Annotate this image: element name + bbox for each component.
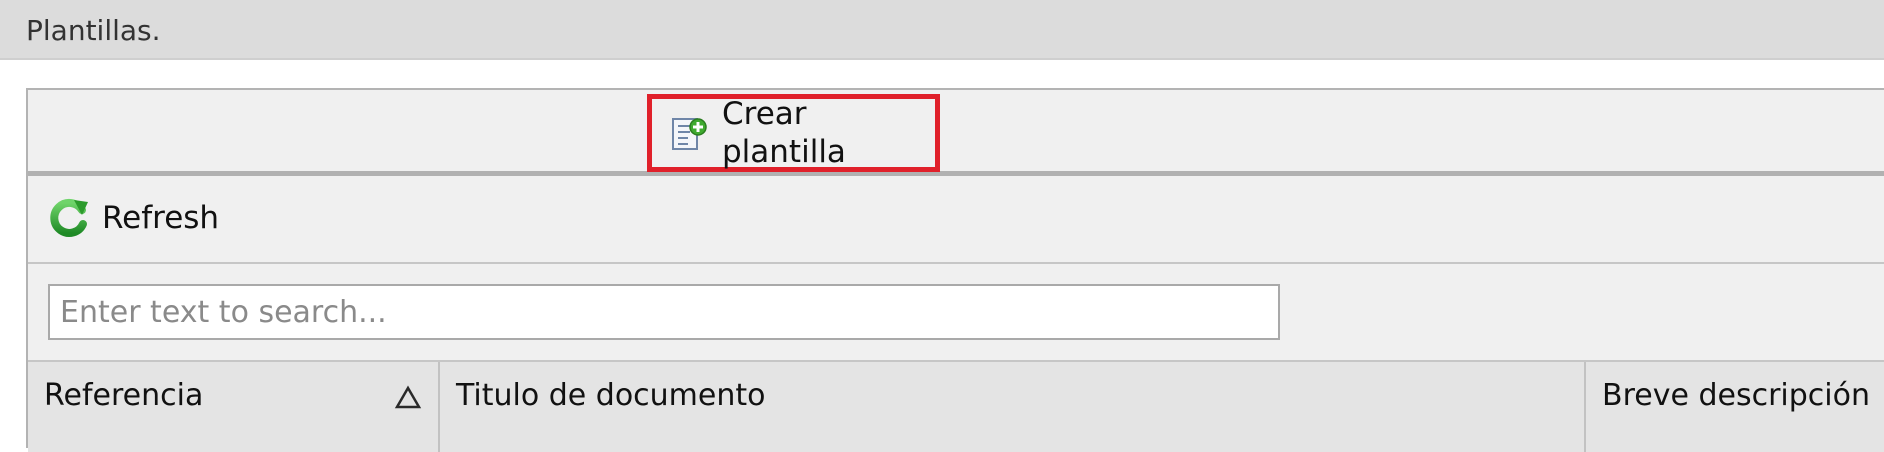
refresh-label: Refresh	[102, 200, 220, 236]
page-header: Plantillas.	[0, 0, 1884, 60]
sort-ascending-icon	[394, 384, 422, 410]
refresh-icon	[46, 196, 90, 240]
column-header-label: Breve descripción	[1602, 378, 1870, 413]
column-header-label: Titulo de documento	[456, 378, 766, 413]
page-title: Plantillas.	[26, 14, 161, 47]
create-template-button[interactable]: Crear plantilla	[647, 94, 940, 172]
grid-header: Referencia Titulo de documento Breve des…	[28, 362, 1884, 452]
column-header-referencia[interactable]: Referencia	[28, 362, 440, 452]
column-header-label: Referencia	[44, 378, 204, 413]
column-header-descripcion[interactable]: Breve descripción	[1586, 362, 1884, 452]
templates-panel: Crear plantilla Refresh Enter text to se…	[26, 88, 1884, 452]
column-header-titulo[interactable]: Titulo de documento	[440, 362, 1586, 452]
refresh-toolbar: Refresh	[28, 176, 1884, 264]
add-document-icon	[670, 114, 708, 152]
create-template-label: Crear plantilla	[722, 96, 846, 170]
refresh-button[interactable]: Refresh	[46, 196, 219, 240]
top-toolbar: Crear plantilla	[28, 90, 1884, 176]
search-input[interactable]	[48, 284, 1280, 340]
search-row	[28, 264, 1884, 362]
